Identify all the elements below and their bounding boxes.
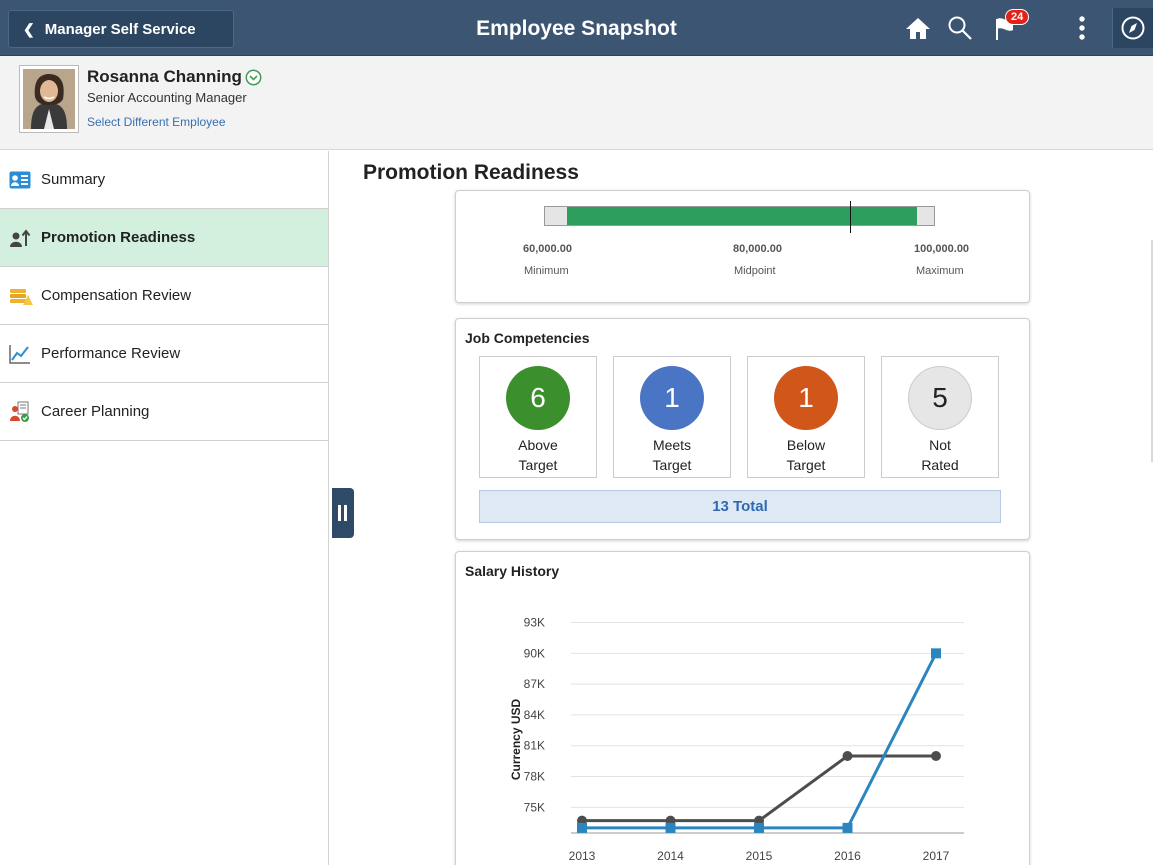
salary-history-card: Salary History 75K 78K 81K 84K 87K 90K 93K 2013… (455, 551, 1030, 865)
more-icon[interactable] (1066, 12, 1098, 44)
competency-count: 1 (640, 366, 704, 430)
employee-name-text: Rosanna Channing (87, 67, 242, 86)
competency-label: Below Target (786, 437, 826, 473)
chevron-left-icon: ❮ (23, 20, 35, 37)
id-card-icon (9, 170, 33, 190)
y-tick-label: 81K (524, 739, 545, 753)
avatar (19, 65, 79, 133)
search-icon[interactable] (944, 12, 976, 44)
competency-below-target[interactable]: 1 Below Target (747, 356, 865, 478)
employee-name: Rosanna Channing (87, 67, 262, 87)
salary-current-marker (850, 201, 851, 233)
coins-icon (9, 286, 33, 306)
competency-label: Meets Target (652, 437, 692, 473)
x-tick-label: 2017 (923, 849, 950, 863)
competency-label: Not Rated (921, 437, 959, 473)
competency-count: 5 (908, 366, 972, 430)
data-point (754, 822, 764, 833)
data-point (931, 751, 941, 761)
competency-meets-target[interactable]: 1 Meets Target (613, 356, 731, 478)
sidebar-item-label: Compensation Review (41, 287, 192, 304)
y-axis-label: Currency USD (509, 698, 523, 780)
competency-total[interactable]: 13 Total (479, 490, 1001, 523)
career-icon (9, 401, 33, 422)
y-tick-label: 84K (524, 708, 545, 722)
notification-badge: 24 (1005, 9, 1030, 25)
sidebar-item-summary[interactable]: Summary (0, 151, 328, 209)
employee-job-title: Senior Accounting Manager (87, 90, 247, 105)
y-tick-label: 90K (524, 646, 545, 660)
compass-icon (1121, 16, 1145, 40)
sidebar: Summary Promotion Readiness Compensation… (0, 151, 329, 865)
y-tick-label: 78K (524, 770, 545, 784)
salary-range-fill (567, 207, 917, 225)
competency-not-rated[interactable]: 5 Not Rated (881, 356, 999, 478)
data-point (842, 822, 853, 833)
chevron-down-icon[interactable] (245, 69, 262, 86)
data-point (665, 822, 676, 833)
pause-icon (338, 505, 347, 521)
sidebar-item-promotion-readiness[interactable]: Promotion Readiness (0, 209, 328, 267)
series-line (582, 652, 938, 830)
sidebar-item-performance-review[interactable]: Performance Review (0, 325, 328, 383)
employee-banner: Rosanna Channing Senior Accounting Manag… (0, 56, 1153, 150)
sidebar-item-career-planning[interactable]: Career Planning (0, 383, 328, 441)
salary-range-bar (544, 201, 935, 233)
y-tick-label: 87K (524, 677, 545, 691)
data-point (577, 822, 587, 833)
job-competencies-card: Job Competencies 6 Above Target 1 Meets Ta… (455, 318, 1030, 540)
competency-count: 6 (506, 366, 570, 430)
range-mid-value: 80,000.00 (733, 243, 782, 255)
select-different-employee-link[interactable]: Select Different Employee (87, 115, 226, 129)
sidebar-item-label: Summary (41, 171, 106, 188)
top-banner: ❮ Manager Self Service Employee Snapshot… (0, 0, 1153, 56)
competency-label: Above Target (518, 437, 558, 473)
home-icon[interactable] (902, 12, 934, 44)
competency-count: 1 (774, 366, 838, 430)
salary-range-card: 60,000.00 Minimum 80,000.00 Midpoint 100… (455, 190, 1030, 303)
series-line (582, 754, 936, 823)
sidebar-item-label: Career Planning (41, 403, 150, 420)
promotion-icon (9, 228, 33, 248)
x-tick-label: 2014 (657, 849, 684, 863)
x-tick-label: 2016 (834, 849, 861, 863)
x-tick-label: 2015 (746, 849, 773, 863)
range-max-label: Maximum (916, 265, 964, 277)
navbar-button[interactable] (1112, 8, 1153, 48)
section-title: Promotion Readiness (363, 161, 579, 184)
trend-chart-icon (9, 344, 33, 364)
data-point (842, 751, 853, 761)
back-button[interactable]: ❮ Manager Self Service (8, 10, 234, 48)
y-tick-label: 75K (524, 800, 545, 814)
salary-history-chart: 75K 78K 81K 84K 87K 90K 93K 2013 2014 2015 2016 201… (509, 616, 964, 863)
x-tick-label: 2013 (569, 849, 596, 863)
card-title: Job Competencies (465, 330, 590, 346)
data-point (931, 648, 941, 659)
y-tick-label: 93K (524, 616, 545, 630)
notifications-button[interactable]: 24 (990, 9, 1030, 44)
range-max-value: 100,000.00 (914, 243, 970, 255)
range-mid-label: Midpoint (734, 265, 776, 277)
collapse-sidebar-button[interactable] (332, 488, 354, 538)
sidebar-item-label: Promotion Readiness (41, 229, 196, 246)
competency-above-target[interactable]: 6 Above Target (479, 356, 597, 478)
range-min-value: 60,000.00 (523, 243, 572, 255)
sidebar-item-compensation-review[interactable]: Compensation Review (0, 267, 328, 325)
sidebar-item-label: Performance Review (41, 345, 181, 362)
back-button-label: Manager Self Service (44, 20, 196, 38)
range-min-label: Minimum (524, 265, 569, 277)
